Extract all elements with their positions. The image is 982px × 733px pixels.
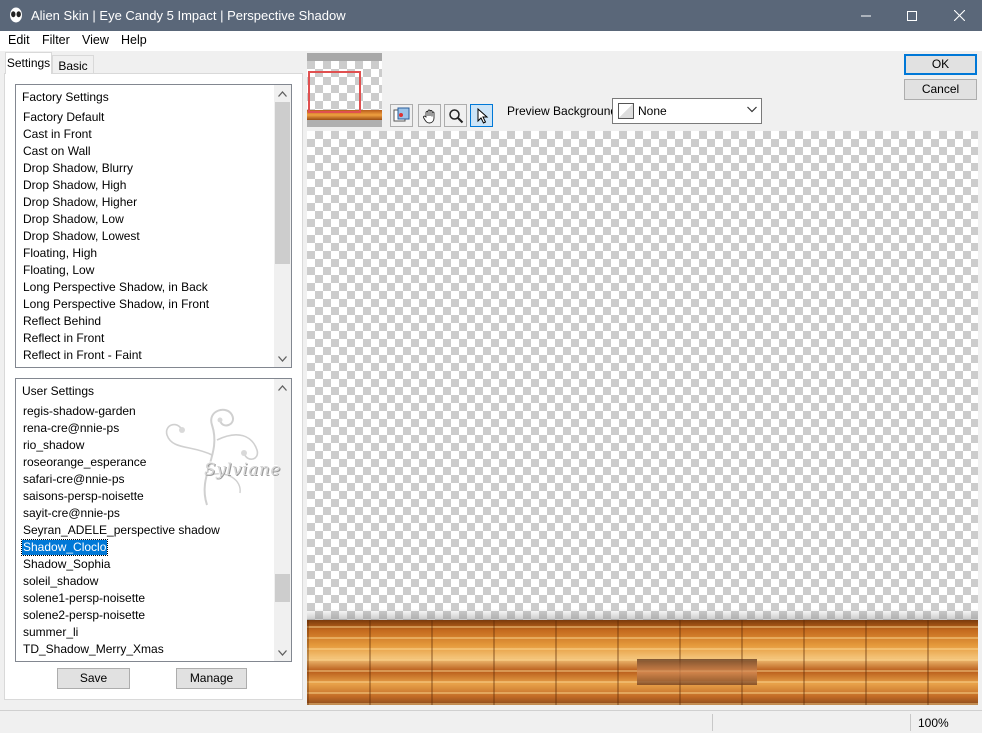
factory-setting-item[interactable]: Floating, Low (22, 263, 95, 278)
chevron-up-icon (278, 384, 287, 391)
maximize-button[interactable] (889, 0, 935, 31)
user-setting-item[interactable]: Shadow_Cloclo (20, 539, 109, 556)
preview-background-select[interactable]: None (612, 98, 762, 124)
user-setting-item[interactable]: rena-cre@nnie-ps (22, 421, 120, 436)
tab-basic[interactable]: Basic (52, 55, 94, 74)
scroll-up-arrow[interactable] (274, 379, 291, 396)
status-separator (910, 714, 911, 731)
menu-filter[interactable]: Filter (42, 33, 70, 47)
chevron-up-icon (278, 90, 287, 97)
preview-canvas[interactable] (307, 131, 978, 705)
hand-tool-button[interactable] (418, 104, 441, 127)
preview-toggle-icon (393, 107, 410, 122)
hand-icon (422, 109, 434, 123)
minimize-icon (861, 15, 871, 16)
factory-setting-item[interactable]: Drop Shadow, High (22, 178, 127, 193)
scroll-up-arrow[interactable] (274, 85, 291, 102)
maximize-icon (907, 10, 917, 21)
navigator-view-rect[interactable] (308, 71, 361, 113)
save-button[interactable]: Save (57, 668, 130, 689)
user-setting-item[interactable]: saisons-persp-noisette (22, 489, 145, 504)
user-setting-item[interactable]: soleil_shadow (22, 574, 99, 589)
menu-view[interactable]: View (82, 33, 109, 47)
factory-setting-item[interactable]: Reflect in Front (22, 331, 105, 346)
factory-setting-item[interactable]: Drop Shadow, Higher (22, 195, 138, 210)
manage-button[interactable]: Manage (176, 668, 247, 689)
factory-setting-item[interactable]: Factory Default (22, 110, 105, 125)
window-title: Alien Skin | Eye Candy 5 Impact | Perspe… (31, 8, 346, 23)
chevron-down-icon (278, 355, 287, 362)
user-setting-item[interactable]: sayit-cre@nnie-ps (22, 506, 121, 521)
scroll-down-arrow[interactable] (274, 350, 291, 367)
background-swatch (618, 103, 634, 119)
factory-settings-header: Factory Settings (22, 90, 109, 104)
chevron-down-icon (747, 106, 757, 113)
pointer-icon (477, 107, 488, 124)
user-scroll-thumb[interactable] (275, 574, 290, 602)
title-bar[interactable]: Alien Skin | Eye Candy 5 Impact | Perspe… (0, 0, 982, 31)
factory-setting-item[interactable]: Drop Shadow, Lowest (22, 229, 141, 244)
close-button[interactable] (936, 0, 982, 31)
close-icon (953, 10, 965, 21)
preview-background-value: None (638, 104, 667, 118)
factory-setting-item[interactable]: Cast in Front (22, 127, 93, 142)
menu-bar: Edit Filter View Help (0, 31, 982, 51)
user-setting-item[interactable]: regis-shadow-garden (22, 404, 137, 419)
cancel-button[interactable]: Cancel (904, 79, 977, 100)
factory-setting-item[interactable]: Floating, High (22, 246, 98, 261)
factory-setting-item[interactable]: Long Perspective Shadow, in Back (22, 280, 209, 295)
user-settings-header: User Settings (22, 384, 95, 398)
ok-button[interactable]: OK (904, 54, 977, 75)
factory-scroll-thumb[interactable] (275, 102, 290, 264)
factory-setting-item[interactable]: Drop Shadow, Blurry (22, 161, 134, 176)
zoom-level: 100% (918, 716, 949, 730)
menu-edit[interactable]: Edit (8, 33, 30, 47)
factory-scrollbar[interactable] (274, 85, 291, 367)
alien-head-icon (10, 7, 22, 23)
user-setting-item[interactable]: roseorange_esperance (22, 455, 147, 470)
factory-setting-item[interactable]: Drop Shadow, Low (22, 212, 125, 227)
watermark-flourish (165, 408, 259, 506)
preview-toggle-button[interactable] (390, 104, 413, 127)
user-setting-item[interactable]: summer_li (22, 625, 79, 640)
factory-setting-item[interactable]: Reflect Behind (22, 314, 102, 329)
preview-image-center (637, 659, 757, 685)
user-setting-item[interactable]: Shadow_Sophia (22, 557, 111, 572)
navigator-bottom-band (307, 120, 382, 127)
minimize-button[interactable] (843, 0, 889, 31)
user-setting-item[interactable]: rio_shadow (22, 438, 85, 453)
user-setting-item[interactable]: solene2-persp-noisette (22, 608, 146, 623)
zoom-icon (448, 108, 463, 123)
zoom-tool-button[interactable] (444, 104, 467, 127)
user-setting-item[interactable]: Seyran_ADELE_perspective shadow (22, 523, 221, 538)
watermark-text: Sylviane (204, 460, 281, 480)
status-bar: 100% (0, 710, 982, 733)
chevron-down-icon (278, 649, 287, 656)
factory-setting-item[interactable]: Long Perspective Shadow, in Front (22, 297, 210, 312)
menu-help[interactable]: Help (121, 33, 147, 47)
user-setting-item[interactable]: solene1-persp-noisette (22, 591, 146, 606)
pointer-tool-button[interactable] (470, 104, 493, 127)
factory-settings-list[interactable]: Factory Settings Factory Default Cast in … (15, 84, 292, 368)
user-setting-item[interactable]: TD_Shadow_Merry_Xmas (22, 642, 165, 657)
scroll-down-arrow[interactable] (274, 644, 291, 661)
navigator-thumbnail[interactable] (307, 53, 382, 127)
navigator-top-band (307, 53, 382, 61)
factory-setting-item[interactable]: Cast on Wall (22, 144, 92, 159)
factory-setting-item[interactable]: Reflect in Front - Faint (22, 348, 143, 363)
tab-settings[interactable]: Settings (5, 52, 52, 74)
preview-background-label: Preview Background: (507, 104, 621, 118)
user-setting-item[interactable]: safari-cre@nnie-ps (22, 472, 126, 487)
status-separator (712, 714, 713, 731)
